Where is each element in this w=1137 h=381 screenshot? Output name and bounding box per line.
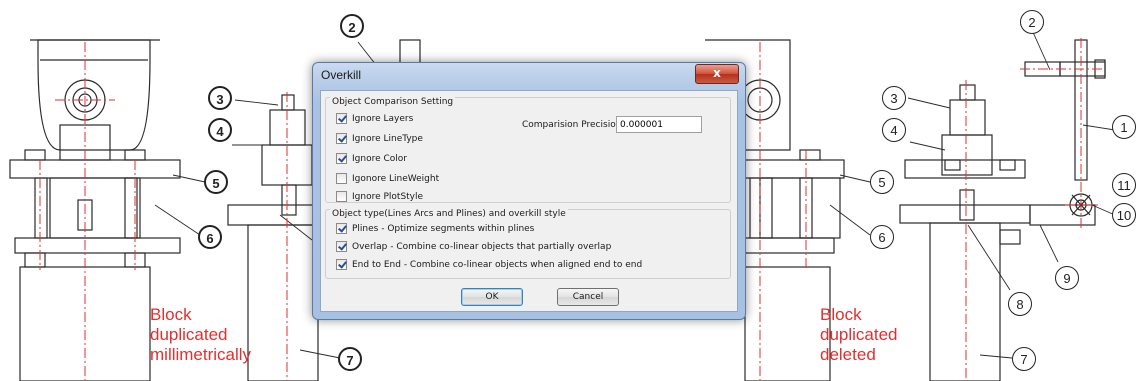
callout-right-10: 10 — [1112, 203, 1136, 227]
callout-left-2: 2 — [340, 14, 364, 38]
close-button[interactable]: x — [695, 64, 739, 84]
callout-right-4: 4 — [882, 118, 906, 142]
checkbox-label: Overlap - Combine co-linear objects that… — [352, 242, 612, 252]
callout-left-4: 4 — [208, 118, 232, 142]
callout-left-3: 3 — [208, 86, 232, 110]
callout-right-11: 11 — [1112, 173, 1136, 197]
checkbox-label: Plines - Optimize segments within plines — [352, 224, 535, 234]
checkbox-box[interactable] — [336, 241, 347, 252]
right-note-line: Block — [820, 305, 862, 324]
dialog-title: Overkill — [321, 68, 362, 82]
callout-right-2: 2 — [1020, 10, 1044, 34]
dialog-client-area: Object Comparison Setting Ignore Layers … — [320, 90, 738, 312]
callout-right-6: 6 — [870, 225, 894, 249]
checkbox-box[interactable] — [336, 153, 347, 164]
left-note-line: duplicated — [150, 325, 228, 344]
close-icon: x — [713, 66, 721, 80]
checkbox-label: Ignore Layers — [352, 114, 414, 124]
checkbox-box[interactable] — [336, 133, 347, 144]
checkbox-label: End to End - Combine co-linear objects w… — [352, 260, 643, 270]
left-annotation-note: Block duplicated millimetrically — [150, 305, 251, 365]
right-note-line: duplicated — [820, 325, 898, 344]
right-annotation-note: Block duplicated deleted — [820, 305, 898, 365]
callout-left-5: 5 — [204, 170, 228, 194]
left-note-line: millimetrically — [150, 345, 252, 364]
callout-left-6: 6 — [198, 225, 222, 249]
right-note-line: deleted — [820, 345, 876, 364]
right-assembly — [899, 39, 1106, 381]
overkill-style-group: Object type(Lines Arcs and Plines) and o… — [325, 209, 731, 279]
callout-right-7: 7 — [1012, 347, 1036, 371]
callout-right-3: 3 — [882, 86, 906, 110]
cancel-button[interactable]: Cancel — [557, 288, 619, 306]
checkbox-label: Ignore PlotStyle — [352, 192, 424, 202]
overkill-dialog: Overkill x Object Comparison Setting Ign… — [312, 62, 746, 320]
checkbox-box[interactable] — [336, 191, 347, 202]
checkbox-label: Ignore LineType — [352, 134, 423, 144]
checkbox-label: Igonore LineWeight — [352, 174, 440, 184]
precision-input[interactable]: 0.000001 — [616, 116, 702, 133]
callout-left-7: 7 — [338, 347, 362, 371]
group-title: Object type(Lines Arcs and Plines) and o… — [330, 209, 568, 219]
checkbox-box[interactable] — [336, 259, 347, 270]
callout-right-5: 5 — [870, 170, 894, 194]
checkbox-label: Ignore Color — [352, 154, 407, 164]
group-title: Object Comparison Setting — [330, 97, 456, 107]
precision-label: Comparision Precision: — [522, 120, 625, 130]
callout-right-1: 1 — [1112, 115, 1136, 139]
left-note-line: Block — [150, 305, 192, 324]
callout-right-9: 9 — [1055, 266, 1079, 290]
object-comparison-group: Object Comparison Setting Ignore Layers … — [325, 97, 731, 203]
ok-button[interactable]: OK — [461, 288, 523, 306]
checkbox-box[interactable] — [336, 223, 347, 234]
checkbox-box[interactable] — [336, 113, 347, 124]
callout-right-8: 8 — [1008, 292, 1032, 316]
checkbox-box[interactable] — [336, 173, 347, 184]
dialog-titlebar[interactable]: Overkill x — [313, 63, 745, 89]
